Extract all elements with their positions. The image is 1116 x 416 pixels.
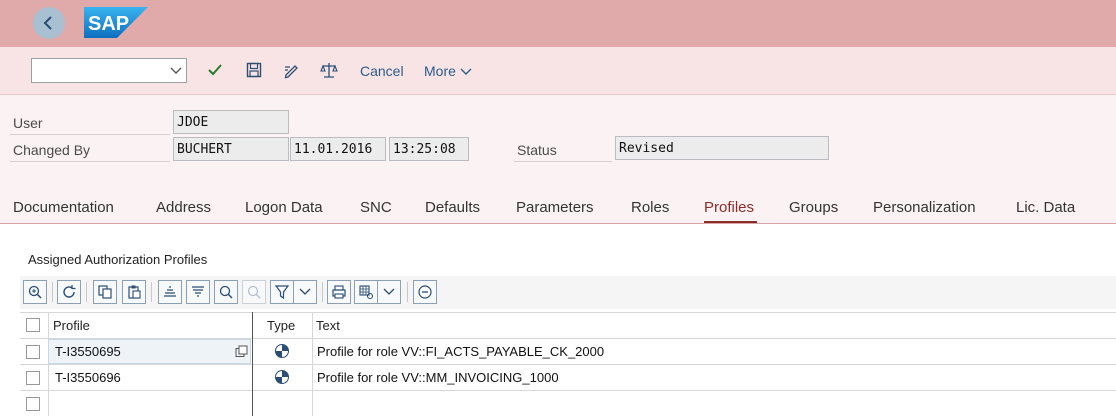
divider (514, 161, 612, 162)
chevron-down-icon (299, 288, 311, 295)
refresh-button[interactable] (57, 280, 81, 304)
print-icon (332, 285, 346, 299)
sort-descending-button[interactable] (186, 280, 210, 304)
filter-icon (274, 285, 290, 300)
details-button[interactable] (23, 280, 47, 304)
column-header-profile[interactable]: Profile (53, 318, 90, 333)
profile-cell[interactable]: T-I3550695 (55, 344, 121, 359)
balance-icon[interactable] (320, 61, 338, 79)
user-field[interactable]: JDOE (173, 110, 289, 134)
divider (20, 364, 1116, 365)
layout-button[interactable] (354, 280, 378, 304)
paste-button[interactable] (122, 280, 146, 304)
status-label: Status (517, 142, 557, 158)
row-checkbox[interactable] (26, 371, 40, 385)
search-icon (219, 285, 233, 299)
more-button[interactable]: More (424, 63, 472, 79)
find-button[interactable] (214, 280, 238, 304)
layout-menu-button[interactable] (377, 280, 401, 304)
tab-defaults[interactable]: Defaults (425, 199, 480, 216)
refresh-icon (63, 285, 76, 298)
app-toolbar: Cancel More (0, 47, 1116, 95)
tab-parameters[interactable]: Parameters (516, 199, 594, 216)
chevron-down-icon (460, 68, 472, 76)
profiles-panel: Assigned Authorization Profiles Profile … (0, 225, 1116, 416)
more-label: More (424, 63, 456, 79)
text-cell: Profile for role VV::MM_INVOICING_1000 (317, 370, 559, 385)
tab-strip: Documentation Address Logon Data SNC Def… (0, 196, 1116, 224)
chevron-down-icon (383, 288, 395, 295)
status-field[interactable]: Revised (615, 136, 829, 160)
remove-button[interactable] (413, 280, 437, 304)
sort-ascending-button[interactable] (158, 280, 182, 304)
column-header-text[interactable]: Text (316, 318, 340, 333)
copy-icon (98, 285, 112, 299)
search-next-icon (247, 285, 261, 299)
row-checkbox[interactable] (26, 345, 40, 359)
text-cell: Profile for role VV::FI_ACTS_PAYABLE_CK_… (317, 344, 605, 359)
separator (86, 282, 87, 302)
command-field[interactable] (31, 58, 187, 83)
changed-by-label: Changed By (13, 142, 91, 158)
back-button[interactable] (33, 7, 65, 39)
changed-by-field[interactable]: BUCHERT (173, 137, 289, 161)
divider (20, 390, 1116, 391)
cancel-button[interactable]: Cancel (360, 63, 404, 79)
divider (10, 161, 170, 162)
chevron-down-icon (170, 67, 182, 74)
filter-button[interactable] (270, 280, 294, 304)
minus-circle-icon (418, 285, 432, 299)
profiles-table: Profile Type Text T-I3550695 Profile for… (20, 312, 1116, 416)
column-header-type[interactable]: Type (267, 318, 295, 333)
tab-roles[interactable]: Roles (631, 199, 669, 216)
paste-icon (128, 285, 141, 299)
single-profile-icon (275, 370, 289, 384)
shell-bar: SAP (0, 0, 1116, 47)
separator (151, 282, 152, 302)
tab-groups[interactable]: Groups (789, 199, 838, 216)
active-tab-indicator (704, 221, 757, 223)
tab-lic-data[interactable]: Lic. Data (1016, 199, 1075, 216)
tab-snc[interactable]: SNC (360, 199, 392, 216)
divider (10, 134, 170, 135)
divider (312, 312, 313, 416)
sap-logo: SAP (84, 7, 148, 38)
edit-icon[interactable] (283, 61, 301, 79)
section-title: Assigned Authorization Profiles (28, 252, 208, 267)
layout-grid-icon (359, 285, 374, 300)
logo-text: SAP (88, 13, 129, 35)
print-button[interactable] (327, 280, 351, 304)
changed-time-field[interactable]: 13:25:08 (389, 137, 469, 161)
changed-date-field[interactable]: 11.01.2016 (290, 137, 386, 161)
select-all-checkbox[interactable] (26, 318, 40, 332)
divider (20, 312, 1116, 313)
divider (48, 312, 49, 416)
tab-personalization[interactable]: Personalization (873, 199, 976, 216)
zoom-detail-icon (28, 285, 42, 299)
profile-cell[interactable]: T-I3550696 (55, 370, 121, 385)
tab-address[interactable]: Address (156, 199, 211, 216)
filter-menu-button[interactable] (293, 280, 317, 304)
sort-ascending-icon (164, 286, 176, 297)
find-next-button[interactable] (242, 280, 266, 304)
separator (407, 282, 408, 302)
separator (322, 282, 323, 302)
sort-descending-icon (192, 286, 204, 297)
value-help-icon[interactable] (235, 345, 248, 358)
user-label: User (13, 115, 43, 131)
tab-profiles[interactable]: Profiles (704, 199, 754, 216)
chevron-left-icon (43, 16, 52, 30)
save-icon[interactable] (245, 61, 263, 79)
separator (52, 282, 53, 302)
tab-documentation[interactable]: Documentation (13, 199, 114, 216)
tab-logon-data[interactable]: Logon Data (245, 199, 323, 216)
divider (252, 312, 253, 416)
copy-button[interactable] (93, 280, 117, 304)
grid-toolbar (20, 276, 1116, 309)
row-checkbox[interactable] (26, 397, 40, 411)
single-profile-icon (275, 344, 289, 358)
check-icon[interactable] (206, 61, 224, 79)
